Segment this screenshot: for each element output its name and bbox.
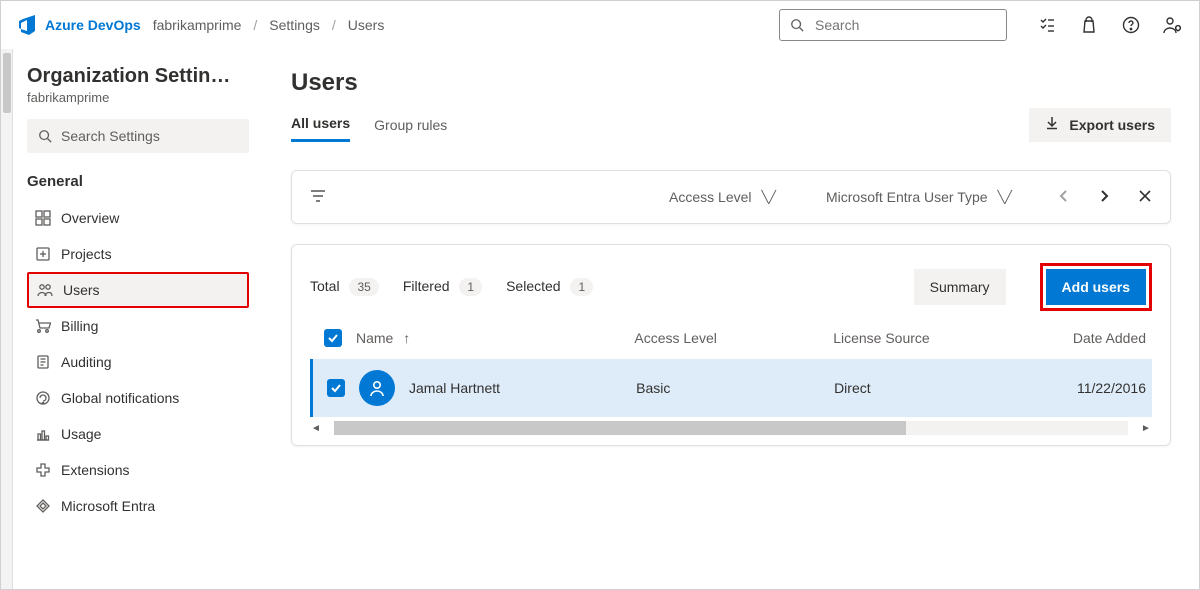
work-items-icon[interactable]	[1037, 15, 1057, 35]
tab-all-users[interactable]: All users	[291, 107, 350, 142]
filter-entra-type-label: Microsoft Entra User Type	[826, 189, 988, 205]
sidebar-item-label: Projects	[61, 246, 112, 262]
main-content: Users All users Group rules Export users…	[263, 49, 1199, 589]
sidebar-item-extensions[interactable]: Extensions	[27, 452, 249, 488]
scroll-left-arrow[interactable]: ◄	[310, 423, 322, 434]
horizontal-scrollbar[interactable]: ◄ ►	[310, 421, 1152, 435]
sidebar-item-label: Overview	[61, 210, 119, 226]
users-icon	[37, 282, 53, 298]
stat-filtered: Filtered 1	[403, 278, 482, 296]
tab-group-rules[interactable]: Group rules	[374, 109, 447, 141]
help-icon[interactable]	[1121, 15, 1141, 35]
sidebar-item-label: Microsoft Entra	[61, 498, 155, 514]
top-bar: Azure DevOps fabrikamprime / Settings / …	[1, 1, 1199, 49]
export-users-button[interactable]: Export users	[1029, 108, 1171, 142]
sidebar: Organization Settin… fabrikamprime Searc…	[13, 49, 263, 589]
global-search-input[interactable]	[813, 16, 998, 34]
marketplace-icon[interactable]	[1079, 15, 1099, 35]
users-grid-header: Name ↑ Access Level License Source Date …	[310, 329, 1152, 353]
sidebar-item-projects[interactable]: Projects	[27, 236, 249, 272]
filter-prev-button[interactable]	[1058, 188, 1070, 207]
avatar	[359, 370, 395, 406]
chevron-down-icon: ╲╱	[998, 190, 1012, 204]
sidebar-item-usage[interactable]: Usage	[27, 416, 249, 452]
sidebar-subtitle: fabrikamprime	[27, 90, 249, 105]
breadcrumb-sep: /	[253, 17, 257, 33]
overview-icon	[35, 210, 51, 226]
select-all-checkbox[interactable]	[324, 329, 342, 347]
user-license-source: Direct	[834, 380, 1032, 396]
user-settings-icon[interactable]	[1163, 15, 1183, 35]
summary-button[interactable]: Summary	[914, 269, 1006, 305]
filter-access-level[interactable]: Access Level ╲╱	[669, 189, 776, 205]
breadcrumb-sep: /	[332, 17, 336, 33]
auditing-icon	[35, 354, 51, 370]
extensions-icon	[35, 462, 51, 478]
sidebar-item-label: Usage	[61, 426, 101, 442]
sidebar-item-label: Global notifications	[61, 390, 179, 406]
users-panel: Total 35 Filtered 1 Selected 1 Summary	[291, 244, 1171, 446]
row-checkbox[interactable]	[327, 379, 345, 397]
add-users-highlight: Add users	[1040, 263, 1152, 311]
user-date-added: 11/22/2016	[1032, 380, 1152, 396]
sidebar-item-billing[interactable]: Billing	[27, 308, 249, 344]
filter-icon[interactable]	[310, 189, 326, 206]
sidebar-search[interactable]: Search Settings	[27, 119, 249, 153]
sidebar-item-label: Users	[63, 282, 100, 298]
filter-entra-type[interactable]: Microsoft Entra User Type ╲╱	[826, 189, 1012, 205]
sidebar-search-placeholder: Search Settings	[61, 128, 160, 144]
sidebar-item-auditing[interactable]: Auditing	[27, 344, 249, 380]
column-header-name[interactable]: Name ↑	[356, 330, 634, 346]
search-icon	[788, 15, 805, 35]
sidebar-group-general: General	[27, 173, 249, 190]
page-title: Users	[291, 69, 1171, 97]
sidebar-item-label: Extensions	[61, 462, 129, 478]
breadcrumb-users[interactable]: Users	[348, 17, 385, 33]
column-header-date-added[interactable]: Date Added	[1032, 330, 1152, 346]
filter-bar: Access Level ╲╱ Microsoft Entra User Typ…	[291, 170, 1171, 224]
brand-block[interactable]: Azure DevOps	[17, 15, 141, 35]
sidebar-item-global-notifications[interactable]: Global notifications	[27, 380, 249, 416]
azure-devops-logo-icon	[17, 15, 37, 35]
chevron-down-icon: ╲╱	[762, 190, 776, 204]
stat-selected: Selected 1	[506, 278, 593, 296]
add-users-button[interactable]: Add users	[1046, 269, 1146, 305]
notifications-icon	[35, 390, 51, 406]
table-row[interactable]: Jamal Hartnett Basic Direct 11/22/2016	[310, 359, 1152, 417]
global-search[interactable]	[779, 9, 1007, 41]
user-access-level: Basic	[636, 380, 834, 396]
filter-access-level-label: Access Level	[669, 189, 751, 205]
search-icon	[37, 128, 53, 144]
sidebar-item-users[interactable]: Users	[27, 272, 249, 308]
sidebar-item-overview[interactable]: Overview	[27, 200, 249, 236]
download-icon	[1045, 116, 1059, 133]
top-icon-bar	[1037, 15, 1183, 35]
billing-icon	[35, 318, 51, 334]
column-header-license-source[interactable]: License Source	[833, 330, 1032, 346]
stat-total-count: 35	[349, 278, 378, 296]
stat-filtered-count: 1	[459, 278, 482, 296]
sidebar-item-label: Billing	[61, 318, 98, 334]
breadcrumb-settings[interactable]: Settings	[269, 17, 320, 33]
sort-asc-icon: ↑	[403, 330, 410, 346]
stat-total: Total 35	[310, 278, 379, 296]
entra-icon	[35, 498, 51, 514]
export-users-label: Export users	[1069, 117, 1155, 133]
sidebar-item-label: Auditing	[61, 354, 112, 370]
stats-row: Total 35 Filtered 1 Selected 1 Summary	[310, 263, 1152, 311]
stat-selected-count: 1	[570, 278, 593, 296]
projects-icon	[35, 246, 51, 262]
breadcrumb-org[interactable]: fabrikamprime	[153, 17, 242, 33]
brand-label: Azure DevOps	[45, 17, 141, 33]
scroll-right-arrow[interactable]: ►	[1140, 423, 1152, 434]
sidebar-item-microsoft-entra[interactable]: Microsoft Entra	[27, 488, 249, 524]
filter-close-button[interactable]	[1138, 189, 1152, 206]
tabs-row: All users Group rules Export users	[291, 107, 1171, 142]
filter-next-button[interactable]	[1098, 188, 1110, 207]
left-scrollbar[interactable]	[1, 49, 13, 589]
column-header-access-level[interactable]: Access Level	[634, 330, 833, 346]
sidebar-title: Organization Settin…	[27, 65, 249, 88]
usage-icon	[35, 426, 51, 442]
user-name: Jamal Hartnett	[409, 380, 500, 396]
